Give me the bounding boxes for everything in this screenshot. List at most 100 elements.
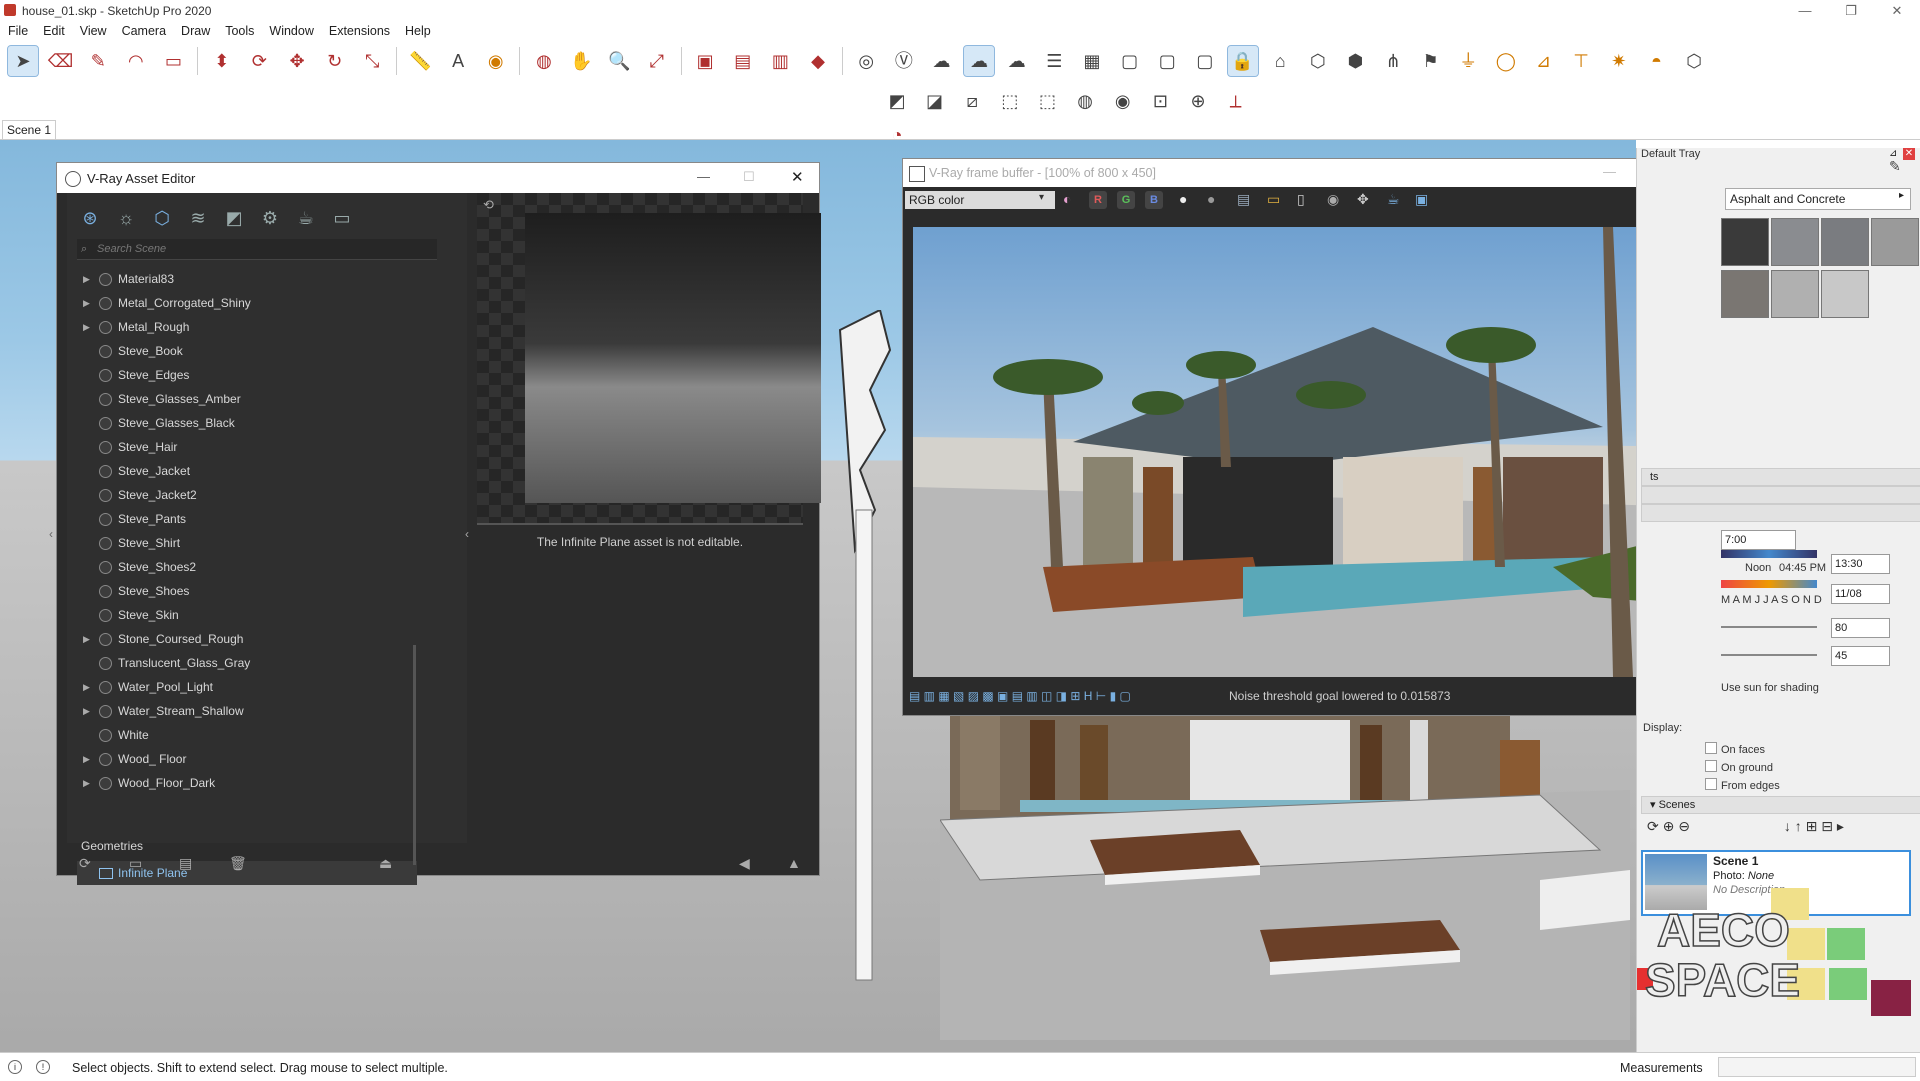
create-asset-icon[interactable]: ⟳ <box>79 855 91 872</box>
ruby-icon[interactable]: ◆ <box>803 46 833 76</box>
render-region-icon[interactable]: ▢ <box>1115 46 1145 76</box>
material-item[interactable]: Steve_Shoes <box>77 579 417 603</box>
interactive-render-icon[interactable]: ☁ <box>963 45 996 77</box>
asset-close-icon[interactable]: ✕ <box>791 168 804 186</box>
material-swatch[interactable] <box>1821 218 1869 266</box>
view-options-icon[interactable]: ⊞ <box>1806 818 1818 834</box>
material-item[interactable]: ▶ Metal_Rough <box>77 315 417 339</box>
move-tool-icon[interactable]: ✥ <box>282 46 312 76</box>
save-image-icon[interactable]: ▤ <box>1237 191 1250 208</box>
scenes-details-arrow-icon[interactable]: ▸ <box>1837 818 1844 834</box>
time-input[interactable]: 13:30 <box>1831 554 1890 574</box>
material-swatch[interactable] <box>1821 270 1869 318</box>
collapse-left-icon[interactable]: ‹ <box>465 527 469 541</box>
asset-minimize-icon[interactable]: — <box>697 169 710 184</box>
axis-tool-icon[interactable]: ⊕ <box>1183 86 1213 116</box>
scenes-panel-header[interactable]: ▾ Scenes <box>1641 796 1920 814</box>
material-item[interactable]: Steve_Pants <box>77 507 417 531</box>
material-item[interactable]: Steve_Book <box>77 339 417 363</box>
extension-warehouse-icon[interactable]: ▥ <box>765 46 795 76</box>
spot-light-icon[interactable]: ⏚ <box>1453 46 1483 76</box>
menu-camera[interactable]: Camera <box>114 22 173 38</box>
tray-panel-collapsed[interactable] <box>1641 504 1920 522</box>
rectangle-tool-icon[interactable]: ▭ <box>159 46 189 76</box>
light-input[interactable]: 80 <box>1831 618 1890 638</box>
zoom-tool-icon[interactable]: 🔍 <box>604 46 634 76</box>
menu-extensions[interactable]: Extensions <box>321 22 397 38</box>
material-item[interactable]: Steve_Edges <box>77 363 417 387</box>
clear-image-icon[interactable]: ▯ <box>1297 191 1305 208</box>
fb-bottom-tools-icon[interactable]: ▤ ▥ ▦ ▧ ▨ ▩ ▣ ▤ ▥ ◫ ◨ ⊞ H ⊢ ▮ ▢ <box>909 687 1131 705</box>
load-image-icon[interactable]: ▭ <box>1267 191 1280 208</box>
tray-panel-collapsed[interactable] <box>1641 486 1920 504</box>
light-gen-icon[interactable]: ⌂ <box>1265 46 1295 76</box>
update-scene-icon[interactable]: ⟳ <box>1647 818 1659 834</box>
line-tool-icon[interactable]: ✎ <box>83 46 113 76</box>
material-swatch[interactable] <box>1771 218 1819 266</box>
white-channel-icon[interactable]: ● <box>1179 191 1187 207</box>
push-pull-tool-icon[interactable]: ⬍ <box>207 46 237 76</box>
object-id-icon[interactable]: ⊡ <box>1145 86 1175 116</box>
expand-arrow-icon[interactable]: ▶ <box>83 675 90 699</box>
restore-button[interactable]: ❐ <box>1828 0 1874 22</box>
tray-close-icon[interactable]: ✕ <box>1903 148 1915 160</box>
menu-help[interactable]: Help <box>397 22 438 38</box>
menu-draw[interactable]: Draw <box>173 22 217 38</box>
material-view-icon[interactable]: ◍ <box>1070 86 1100 116</box>
remove-scene-icon[interactable]: ⊖ <box>1678 818 1690 834</box>
proxy-icon[interactable]: ⬢ <box>1340 46 1370 76</box>
show-corrections-icon[interactable]: ▣ <box>1415 191 1428 208</box>
material-item[interactable]: Steve_Glasses_Amber <box>77 387 417 411</box>
rectangle-light-icon[interactable]: ⊿ <box>1529 46 1559 76</box>
menu-file[interactable]: File <box>0 22 35 38</box>
minimize-button[interactable]: — <box>1782 0 1828 22</box>
blue-channel-button[interactable]: B <box>1145 191 1163 209</box>
zoom-extents-icon[interactable]: ⤢ <box>642 46 672 76</box>
back-arrow-icon[interactable]: ◀ <box>739 855 750 872</box>
lights-category-icon[interactable]: ☼ <box>113 205 139 231</box>
collapse-side-icon[interactable]: ‹ <box>49 527 53 541</box>
pan-tool-icon[interactable]: ✋ <box>567 46 597 76</box>
eyedropper-icon[interactable]: ✎ <box>1889 158 1901 175</box>
use-sun-label[interactable]: Use sun for shading <box>1721 682 1819 694</box>
measurements-input[interactable] <box>1718 1057 1916 1077</box>
eraser-tool-icon[interactable]: ⌫ <box>46 46 76 76</box>
dark-slider[interactable] <box>1721 654 1817 656</box>
material-item[interactable]: Steve_Jacket <box>77 459 417 483</box>
sphere-light-icon[interactable]: ◯ <box>1491 46 1521 76</box>
menu-view[interactable]: View <box>72 22 114 38</box>
track-mouse-icon[interactable]: ◉ <box>1327 191 1339 208</box>
menu-tools[interactable]: Tools <box>217 22 261 38</box>
section-plane-icon[interactable]: ◩ <box>882 86 912 116</box>
geometry-category-icon[interactable]: ⬡ <box>149 205 175 231</box>
date-input[interactable]: 11/08 <box>1831 584 1890 604</box>
material-item[interactable]: Steve_Jacket2 <box>77 483 417 507</box>
expand-arrow-icon[interactable]: ▶ <box>83 699 90 723</box>
omni-light-icon[interactable]: ✷ <box>1604 46 1634 76</box>
select-tool-icon[interactable]: ➤ <box>7 45 39 77</box>
material-item[interactable]: Translucent_Glass_Gray <box>77 651 417 675</box>
orbit-tool-icon[interactable]: ◍ <box>529 46 559 76</box>
front-view-icon[interactable]: ⬚ <box>995 86 1025 116</box>
expand-arrow-icon[interactable]: ▶ <box>83 315 90 339</box>
frame-buffer-icon[interactable]: ▦ <box>1077 46 1107 76</box>
on-faces-option[interactable]: On faces <box>1705 742 1765 756</box>
save-icon[interactable]: ▤ <box>179 855 192 872</box>
light-slider[interactable] <box>1721 626 1817 628</box>
text-tool-icon[interactable]: A <box>443 46 473 76</box>
ies-light-icon[interactable]: ⊤ <box>1566 46 1596 76</box>
menu-edit[interactable]: Edit <box>35 22 72 38</box>
material-item[interactable]: Steve_Shirt <box>77 531 417 555</box>
scene-tab[interactable]: Scene 1 <box>2 120 56 140</box>
material-library-select[interactable]: Asphalt and Concrete <box>1725 188 1911 210</box>
material-swatch[interactable] <box>1721 218 1769 266</box>
details-arrow-icon[interactable]: ▸ <box>1899 190 1904 201</box>
expand-arrow-icon[interactable]: ▶ <box>83 627 90 651</box>
dimension-tool-icon[interactable]: ⟂ <box>1221 86 1251 116</box>
asset-list-scrollbar[interactable] <box>413 645 416 865</box>
viewport-render-icon[interactable]: ▢ <box>1190 46 1220 76</box>
section-fill-icon[interactable]: ◪ <box>920 86 950 116</box>
render-teapot-icon[interactable]: ☕ <box>293 205 319 231</box>
open-file-icon[interactable]: ▭ <box>129 855 142 872</box>
scale-tool-icon[interactable]: ⤡ <box>357 46 387 76</box>
